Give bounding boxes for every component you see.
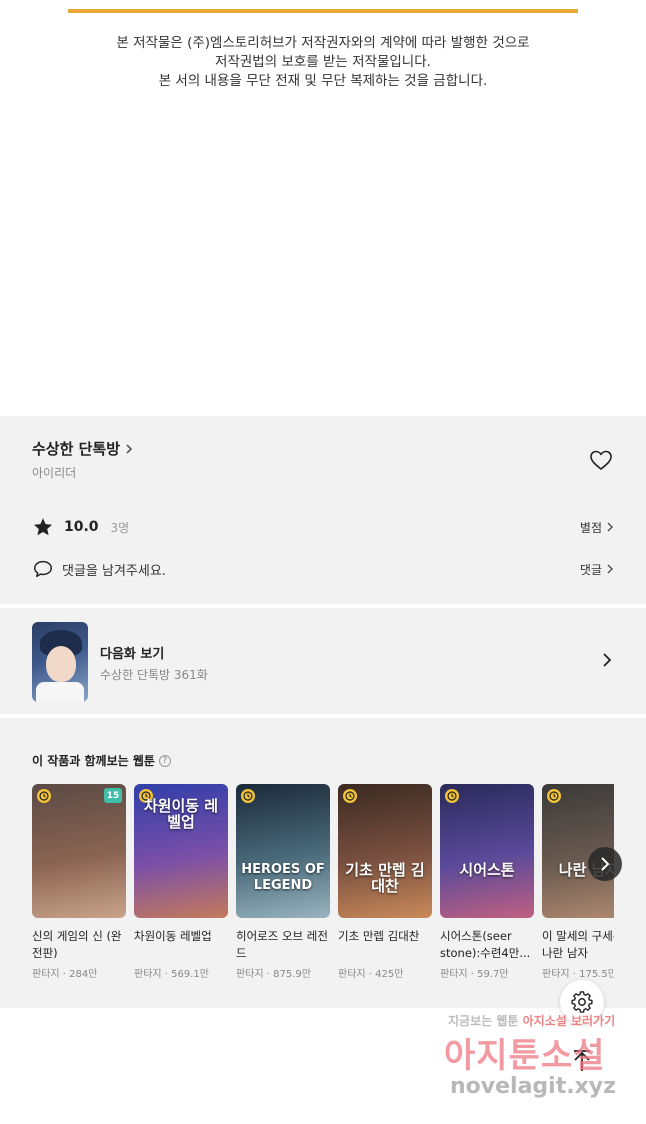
webtoon-meta: 판타지 · 875.9만 (236, 969, 311, 980)
author-name: 아이리더 (32, 466, 77, 480)
scroll-top-button[interactable] (567, 1046, 597, 1076)
chevron-right-icon (603, 653, 612, 667)
webtoon-title: 차원이동 레벨업 (134, 929, 212, 943)
series-title-link[interactable]: 수상한 단톡방 (32, 438, 134, 459)
rating-count: 3명 (110, 520, 130, 535)
webtoon-meta: 판타지 · 175.5만 (542, 969, 614, 980)
copyright-line-2: 저작권법의 보호를 받는 저작물입니다. (215, 54, 431, 70)
chevron-right-icon (607, 522, 614, 532)
age-badge: 15 (104, 788, 122, 803)
gear-icon (571, 991, 593, 1013)
clock-icon (241, 789, 255, 803)
webtoon-cover: 15 (32, 784, 126, 918)
next-episode-thumbnail (32, 622, 88, 702)
webtoon-cover: 기초 만렙 김대찬 (338, 784, 432, 918)
next-episode-subtitle: 수상한 단톡방 361화 (100, 668, 208, 682)
webtoon-card[interactable]: 시어스톤시어스톤(seer stone):수련4만... 판타지 · 59.7만 (440, 784, 534, 980)
rating-row: 10.0 3명 별점 (32, 515, 614, 539)
cover-title-art: 기초 만렙 김대찬 (345, 861, 425, 895)
webtoon-meta: 판타지 · 284만 (32, 969, 98, 980)
section-divider (0, 714, 646, 718)
accent-divider (68, 9, 578, 13)
comment-link-label: 댓글 (579, 562, 602, 577)
copyright-text: 본 저작물은 (주)엠스토리허브가 저작권자와의 계약에 따라 발행한 것으로 … (0, 34, 646, 91)
copyright-line-3: 본 서의 내용을 무단 전재 및 무단 복제하는 것을 금합니다. (158, 73, 488, 89)
recommend-title-text: 이 작품과 함께보는 웹툰 (32, 754, 155, 768)
star-icon (34, 518, 52, 536)
next-episode-row[interactable]: 다음화 보기 수상한 단톡방 361화 (0, 608, 646, 714)
recommend-title: 이 작품과 함께보는 웹툰 ? (32, 752, 171, 769)
rating-link[interactable]: 별점 (580, 519, 614, 536)
webtoon-cover: 시어스톤 (440, 784, 534, 918)
webtoon-card[interactable]: 나란 남자이 말세의 구세주, 나란 남자판타지 · 175.5만 (542, 784, 614, 980)
clock-icon (37, 789, 51, 803)
watermark: 지금보는 웹툰 아지소설 보러가기 아지툰소설 novelagit.xyz (440, 1012, 640, 1108)
settings-button[interactable] (560, 980, 604, 1024)
arrow-up-icon (574, 1050, 590, 1071)
webtoon-meta: 판타지 · 569.1만 (134, 969, 209, 980)
cover-title-art: 차원이동 레벨업 (143, 797, 219, 831)
webtoon-title: 기초 만렙 김대찬 (338, 929, 420, 943)
clock-icon (547, 789, 561, 803)
comment-row[interactable]: 댓글을 남겨주세요. 댓글 (32, 557, 614, 581)
chevron-right-icon (601, 857, 610, 871)
comment-placeholder: 댓글을 남겨주세요. (62, 563, 166, 579)
webtoon-meta: 판타지 · 59.7만 (440, 969, 509, 980)
series-title: 수상한 단톡방 (32, 440, 121, 458)
comment-link[interactable]: 댓글 (580, 561, 614, 578)
rating-score: 10.0 (64, 519, 99, 535)
clock-icon (343, 789, 357, 803)
chevron-right-icon (607, 564, 614, 574)
watermark-line-3: novelagit.xyz (450, 1074, 616, 1099)
webtoon-card[interactable]: 15 신의 게임의 신 (완전판) 판타지 · 284만 (32, 784, 126, 980)
recommend-carousel: 15 신의 게임의 신 (완전판) 판타지 · 284만 차원이동 레벨업 차원이동 레… (32, 784, 614, 994)
webtoon-cover: HEROES OF LEGEND (236, 784, 330, 918)
cover-title-art: 시어스톤 (459, 861, 515, 879)
webtoon-title: 신의 게임의 신 (완전판) (32, 929, 122, 960)
next-episode-label: 다음화 보기 (100, 647, 165, 662)
webtoon-title: 히어로즈 오브 레전드 (236, 929, 328, 960)
webtoon-card[interactable]: 차원이동 레벨업 차원이동 레벨업 판타지 · 569.1만 (134, 784, 228, 980)
speech-bubble-icon (34, 560, 52, 578)
heart-icon[interactable] (588, 447, 614, 473)
webtoon-card[interactable]: HEROES OF LEGEND 히어로즈 오브 레전드판타지 · 875.9만 (236, 784, 330, 980)
cover-title-art: HEROES OF LEGEND (241, 862, 325, 893)
help-icon[interactable]: ? (158, 754, 171, 767)
webtoon-title: 이 말세의 구세주, 나란 남자 (542, 929, 614, 960)
copyright-line-1: 본 저작물은 (주)엠스토리허브가 저작권자와의 계약에 따라 발행한 것으로 (116, 35, 530, 51)
webtoon-card[interactable]: 기초 만렙 김대찬 기초 만렙 김대찬 판타지 · 425만 (338, 784, 432, 980)
chevron-right-icon (126, 443, 133, 454)
webtoon-cover: 차원이동 레벨업 (134, 784, 228, 918)
webtoon-meta: 판타지 · 425만 (338, 969, 404, 980)
clock-icon (445, 789, 459, 803)
rating-link-label: 별점 (579, 520, 602, 535)
carousel-next-button[interactable] (588, 847, 622, 881)
webtoon-title: 시어스톤(seer stone):수련4만... (440, 929, 531, 960)
copyright-notice: 본 저작물은 (주)엠스토리허브가 저작권자와의 계약에 따라 발행한 것으로 … (0, 0, 646, 416)
